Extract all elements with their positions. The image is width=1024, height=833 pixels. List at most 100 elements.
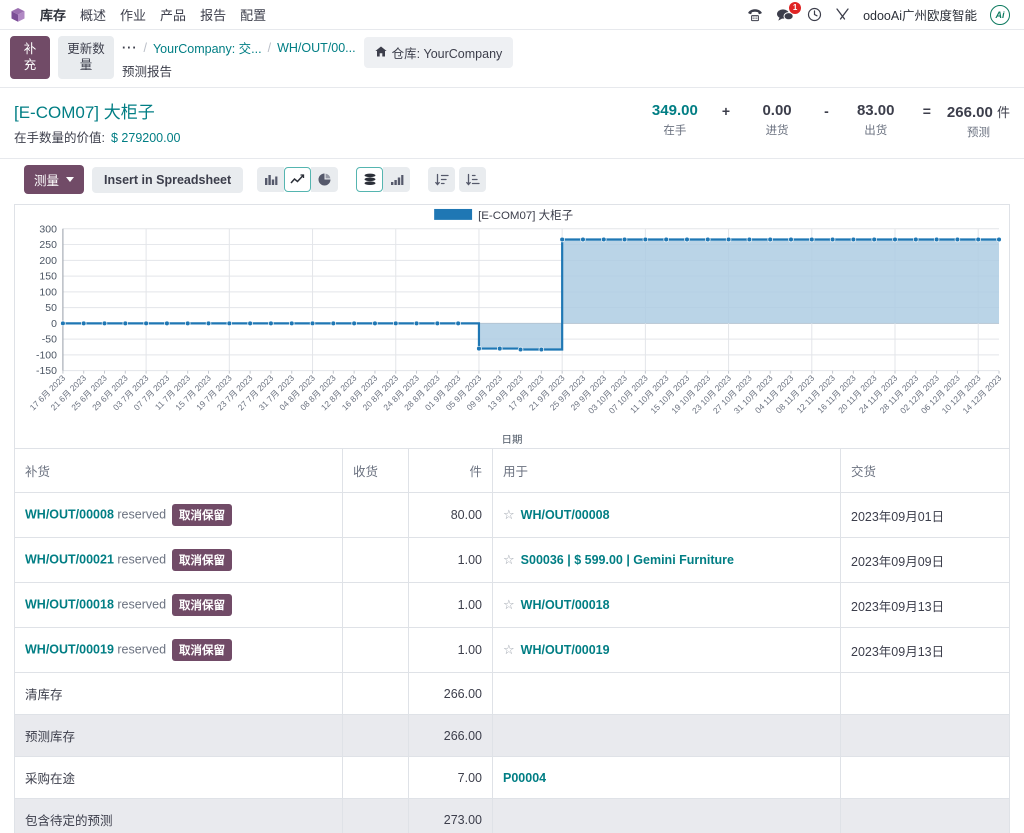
measure-dropdown[interactable]: 测量 (24, 165, 85, 194)
cell-delivery-date (840, 714, 1010, 757)
cell-receipt (342, 582, 409, 628)
bar-chart-icon[interactable] (257, 167, 285, 192)
cell-units: 266.00 (408, 714, 493, 757)
unreserve-button[interactable]: 取消保留 (172, 594, 233, 616)
cell-delivery-date (840, 672, 1010, 715)
chart-data-point (497, 345, 503, 352)
chart-data-point (621, 236, 628, 243)
forecast-table-wrap: 补货 收货 件 用于 交货 WH/OUT/00008 reserved 取消保留 8… (14, 449, 1010, 833)
breadcrumb-overflow-icon[interactable]: ··· (122, 41, 138, 55)
star-icon[interactable]: ☆ (503, 597, 515, 612)
on-hand-value-amount: $ 279200.00 (110, 131, 181, 145)
used-by-link[interactable]: WH/OUT/00018 (521, 598, 610, 612)
replenishment-link[interactable]: WH/OUT/00018 (25, 597, 114, 611)
navbar-menu-overview[interactable]: 概述 (80, 5, 106, 24)
forecast-chart-svg: [E-COM07] 大柜子 -150 -100 -50 0 50 100 150 200 250 3… (28, 208, 1004, 446)
cell-units: 1.00 (408, 582, 493, 628)
navbar-menu-configuration[interactable]: 配置 (240, 5, 266, 24)
forecast-chart[interactable]: [E-COM07] 大柜子 -150 -100 -50 0 50 100 150 200 250 3… (14, 204, 1010, 449)
pie-chart-icon[interactable] (311, 167, 339, 192)
table-row[interactable]: 预测库存 266.00 (14, 714, 1010, 757)
breadcrumb-item-company[interactable]: YourCompany: 交... (153, 38, 262, 57)
cell-replenishment: WH/OUT/00008 reserved 取消保留 (14, 492, 343, 538)
chart-data-point (184, 320, 191, 327)
chart-ytick: -50 (42, 335, 57, 346)
table-row[interactable]: 采购在途 7.00 P00004 (14, 756, 1010, 799)
chart-data-point (663, 236, 669, 243)
navbar-menu-operations[interactable]: 作业 (120, 5, 146, 24)
cell-used-by: ☆ S00036 | $ 599.00 | Gemini Furniture (492, 537, 841, 583)
table-row[interactable]: WH/OUT/00019 reserved 取消保留 1.00 ☆ WH/OUT/000… (14, 627, 1010, 673)
unreserve-button[interactable]: 取消保留 (172, 549, 233, 571)
chart-xlabel: 日期 (502, 434, 523, 446)
stacked-icon[interactable] (356, 167, 384, 192)
star-icon[interactable]: ☆ (503, 552, 515, 567)
sort-ascending-icon[interactable] (459, 167, 487, 192)
table-row[interactable]: WH/OUT/00008 reserved 取消保留 80.00 ☆ WH/OUT/00… (14, 492, 1010, 538)
cell-units: 273.00 (408, 798, 493, 833)
header-replenishment: 补货 (14, 449, 343, 493)
summary-label: 清库存 (25, 688, 63, 702)
chart-legend-label: [E-COM07] 大柜子 (478, 208, 573, 222)
operator-plus: + (721, 103, 731, 119)
tools-icon[interactable] (835, 7, 850, 22)
replenishment-link[interactable]: WH/OUT/00008 (25, 507, 114, 521)
replenishment-link[interactable]: WH/OUT/00021 (25, 552, 114, 566)
cell-delivery-date: 2023年09月09日 (840, 537, 1010, 583)
cell-replenishment: 包含待定的预测 (14, 798, 343, 833)
insert-in-spreadsheet-button[interactable]: Insert in Spreadsheet (92, 166, 244, 193)
navbar-app-name[interactable]: 库存 (40, 5, 66, 24)
chart-sort-group (428, 167, 487, 192)
chart-data-point (642, 236, 649, 243)
breadcrumb-item-picking[interactable]: WH/OUT/00... (277, 41, 355, 55)
update-quantity-button[interactable]: 更新数量 (58, 36, 114, 80)
cube-icon[interactable] (10, 7, 26, 23)
used-by-link[interactable]: WH/OUT/00019 (521, 643, 610, 657)
cell-units: 7.00 (408, 756, 493, 799)
on-hand-value-label: 在手数量的价值: (14, 131, 105, 145)
breadcrumb-current: 预测报告 (122, 65, 173, 79)
chart-data-point (996, 236, 1002, 243)
table-row[interactable]: WH/OUT/00018 reserved 取消保留 1.00 ☆ WH/OUT/000… (14, 582, 1010, 628)
chart-data-point (372, 320, 378, 327)
chart-type-group (257, 167, 339, 192)
stat-incoming-label: 进货 (765, 125, 789, 137)
navbar-menu-products[interactable]: 产品 (160, 5, 186, 24)
chart-ytick: 0 (51, 319, 57, 330)
table-row[interactable]: 清库存 266.00 (14, 672, 1010, 715)
table-row[interactable]: WH/OUT/00021 reserved 取消保留 1.00 ☆ S00036 | $… (14, 537, 1010, 583)
phone-icon[interactable] (747, 8, 763, 22)
cell-replenishment: 清库存 (14, 672, 343, 715)
chart-data-point (268, 320, 274, 327)
chart-data-point (892, 236, 898, 243)
used-by-link[interactable]: P00004 (503, 771, 546, 785)
warehouse-filter-pill[interactable]: 仓库: YourCompany (363, 37, 514, 68)
unreserve-button[interactable]: 取消保留 (172, 504, 233, 526)
descending-bars-icon[interactable] (383, 167, 411, 192)
used-by-link[interactable]: WH/OUT/00008 (521, 508, 610, 522)
table-row[interactable]: 包含待定的预测 273.00 (14, 798, 1010, 833)
used-by-link[interactable]: S00036 | $ 599.00 | Gemini Furniture (521, 553, 734, 567)
cell-receipt (342, 627, 409, 673)
star-icon[interactable]: ☆ (503, 642, 515, 657)
chart-ytick: 200 (39, 256, 57, 267)
line-chart-icon[interactable] (284, 167, 312, 192)
star-icon[interactable]: ☆ (503, 507, 515, 522)
cell-used-by: ☆ WH/OUT/00008 (492, 492, 841, 538)
messages-icon[interactable]: 1 (776, 1, 802, 22)
top-navbar: 库存 概述 作业 产品 报告 配置 1 odooAi广州欧度智能 Ai (0, 0, 1024, 30)
stat-outgoing-label: 出货 (864, 125, 888, 137)
breadcrumb-separator: / (143, 40, 147, 55)
avatar[interactable]: Ai (990, 4, 1010, 25)
stat-forecast-number: 266.00 (946, 104, 993, 121)
clock-icon[interactable] (807, 7, 822, 22)
navbar-menu-reporting[interactable]: 报告 (200, 5, 226, 24)
chart-data-point (288, 320, 295, 327)
replenishment-link[interactable]: WH/OUT/00019 (25, 642, 114, 656)
replenish-button[interactable]: 补充 (10, 36, 50, 80)
unreserve-button[interactable]: 取消保留 (172, 639, 233, 661)
page-title: [E-COM07] 大柜子 (14, 103, 155, 122)
cell-used-by (492, 672, 841, 715)
navbar-username[interactable]: odooAi广州欧度智能 (863, 5, 977, 24)
sort-descending-icon[interactable] (428, 167, 456, 192)
